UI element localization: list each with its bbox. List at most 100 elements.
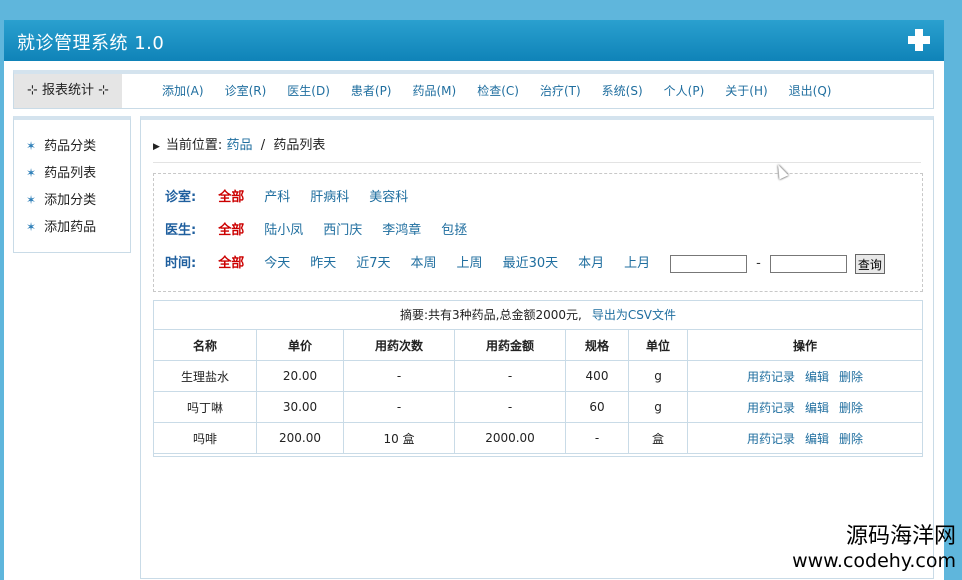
sidebar-item-label: 药品分类	[44, 139, 97, 154]
date-range-dash: -	[756, 256, 761, 271]
filter-panel: 诊室: 全部 产科 肝病科 美容科 医生: 全部 陆小凤 西门庆 李鸿章 包拯 …	[153, 173, 923, 292]
sidebar-item-medicine-list[interactable]: ✶ 药品列表	[26, 163, 96, 183]
filter-clinic-all[interactable]: 全部	[218, 187, 244, 209]
breadcrumb-link-medicine[interactable]: 药品	[226, 138, 252, 153]
watermark-line1: 源码海洋网	[845, 524, 956, 549]
sidebar-item-add-category[interactable]: ✶ 添加分类	[26, 190, 96, 210]
filter-time-all[interactable]: 全部	[218, 253, 244, 275]
filter-time-option[interactable]: 本月	[578, 253, 604, 275]
usage-record-link[interactable]: 用药记录	[747, 370, 795, 384]
cell-actions: 用药记录 编辑 删除	[687, 422, 922, 454]
star-icon: ✶	[26, 139, 37, 153]
divider	[153, 162, 921, 163]
delete-link[interactable]: 删除	[839, 401, 863, 415]
filter-time-option[interactable]: 上周	[457, 253, 483, 275]
drag-handle-icon: ⊹	[94, 83, 110, 98]
title-bar: 就诊管理系统 1.0	[4, 20, 944, 61]
medicine-table: 名称 单价 用药次数 用药金额 规格 单位 操作 生理盐水 20.00 - - …	[154, 330, 922, 454]
summary-text: 摘要:共有3种药品,总金额2000元,	[399, 308, 582, 322]
menu-item-patient[interactable]: 患者(P)	[351, 74, 392, 108]
table-header-row: 名称 单价 用药次数 用药金额 规格 单位 操作	[154, 330, 922, 361]
cell-usage-count: -	[343, 391, 455, 423]
column-header: 用药金额	[454, 330, 566, 361]
watermark: 源码海洋网 www.codehy.com	[792, 525, 956, 573]
cell-price: 200.00	[256, 422, 344, 454]
menu-bar: ⊹ 报表统计 ⊹ 添加(A) 诊室(R) 医生(D) 患者(P) 药品(M) 检…	[13, 70, 934, 109]
cell-spec: 400	[565, 360, 629, 392]
main-menu: 添加(A) 诊室(R) 医生(D) 患者(P) 药品(M) 检查(C) 治疗(T…	[162, 74, 852, 108]
breadcrumb-separator: /	[260, 138, 266, 153]
cell-actions: 用药记录 编辑 删除	[687, 391, 922, 423]
plus-icon[interactable]	[908, 29, 930, 51]
star-icon: ✶	[26, 193, 37, 207]
filter-doctor-option[interactable]: 李鸿章	[382, 220, 421, 242]
edit-link[interactable]: 编辑	[805, 370, 829, 384]
filter-row-clinic: 诊室: 全部 产科 肝病科 美容科	[165, 187, 428, 209]
sidebar-item-medicine-category[interactable]: ✶ 药品分类	[26, 136, 96, 156]
column-header: 单价	[256, 330, 344, 361]
filter-time-option[interactable]: 昨天	[310, 253, 336, 275]
cell-usage-count: -	[343, 360, 455, 392]
menu-item-personal[interactable]: 个人(P)	[664, 74, 705, 108]
sidebar-item-add-medicine[interactable]: ✶ 添加药品	[26, 217, 96, 237]
filter-doctor-option[interactable]: 陆小凤	[264, 220, 303, 242]
filter-clinic-option[interactable]: 产科	[264, 187, 290, 209]
filter-time-option[interactable]: 今天	[264, 253, 290, 275]
filter-time-option[interactable]: 本周	[411, 253, 437, 275]
usage-record-link[interactable]: 用药记录	[747, 432, 795, 446]
cell-unit: 盒	[628, 422, 688, 454]
delete-link[interactable]: 删除	[839, 432, 863, 446]
sidebar-item-label: 药品列表	[44, 166, 97, 181]
cell-spec: 60	[565, 391, 629, 423]
menu-item-system[interactable]: 系统(S)	[602, 74, 643, 108]
menu-item-treatment[interactable]: 治疗(T)	[540, 74, 581, 108]
breadcrumb: ▶ 当前位置: 药品 / 药品列表	[153, 134, 325, 153]
menu-item-exit[interactable]: 退出(Q)	[789, 74, 832, 108]
column-header: 名称	[154, 330, 257, 361]
filter-time-option[interactable]: 上月	[624, 253, 650, 275]
filter-clinic-option[interactable]: 美容科	[369, 187, 408, 209]
menu-item-about[interactable]: 关于(H)	[725, 74, 767, 108]
filter-doctor-option[interactable]: 西门庆	[323, 220, 362, 242]
cell-usage-amount: -	[454, 360, 566, 392]
edit-link[interactable]: 编辑	[805, 432, 829, 446]
filter-row-time: 时间: 全部 今天 昨天 近7天 本周 上周 最近30天 本月 上月 - 查询	[165, 253, 885, 275]
cell-name: 吗啡	[154, 422, 257, 454]
end-date-input[interactable]	[769, 255, 847, 273]
edit-link[interactable]: 编辑	[805, 401, 829, 415]
filter-time-option[interactable]: 近7天	[356, 253, 390, 275]
filter-label-clinic: 诊室:	[165, 190, 197, 205]
menu-item-medicine[interactable]: 药品(M)	[413, 74, 457, 108]
column-header: 用药次数	[343, 330, 455, 361]
filter-time-option[interactable]: 最近30天	[503, 253, 559, 275]
delete-link[interactable]: 删除	[839, 370, 863, 384]
filter-doctor-option[interactable]: 包拯	[441, 220, 467, 242]
sidebar-item-label: 添加药品	[44, 220, 97, 235]
report-stats-button[interactable]: ⊹ 报表统计 ⊹	[14, 74, 122, 108]
cell-usage-amount: -	[454, 391, 566, 423]
menu-item-clinic[interactable]: 诊室(R)	[225, 74, 267, 108]
menu-item-exam[interactable]: 检查(C)	[477, 74, 519, 108]
query-button[interactable]: 查询	[854, 254, 885, 274]
start-date-input[interactable]	[670, 255, 748, 273]
cell-name: 吗丁啉	[154, 391, 257, 423]
main-panel: ▶ 当前位置: 药品 / 药品列表 诊室: 全部 产科 肝病科 美容科 医生: 全…	[140, 116, 934, 579]
cell-unit: g	[628, 360, 688, 392]
report-stats-label: 报表统计	[41, 83, 94, 98]
cell-unit: g	[628, 391, 688, 423]
filter-doctor-all[interactable]: 全部	[218, 220, 244, 242]
cell-actions: 用药记录 编辑 删除	[687, 360, 922, 392]
cell-usage-amount: 2000.00	[454, 422, 566, 454]
filter-clinic-option[interactable]: 肝病科	[310, 187, 349, 209]
export-csv-link[interactable]: 导出为CSV文件	[592, 308, 676, 322]
filter-row-doctor: 医生: 全部 陆小凤 西门庆 李鸿章 包拯	[165, 220, 487, 242]
star-icon: ✶	[26, 166, 37, 180]
column-header: 操作	[687, 330, 922, 361]
watermark-line2: www.codehy.com	[792, 550, 956, 572]
usage-record-link[interactable]: 用药记录	[747, 401, 795, 415]
table-row: 生理盐水 20.00 - - 400 g 用药记录 编辑 删除	[154, 360, 922, 392]
menu-item-add[interactable]: 添加(A)	[162, 74, 204, 108]
cell-spec: -	[565, 422, 629, 454]
menu-item-doctor[interactable]: 医生(D)	[287, 74, 330, 108]
cell-usage-count: 10 盒	[343, 422, 455, 454]
